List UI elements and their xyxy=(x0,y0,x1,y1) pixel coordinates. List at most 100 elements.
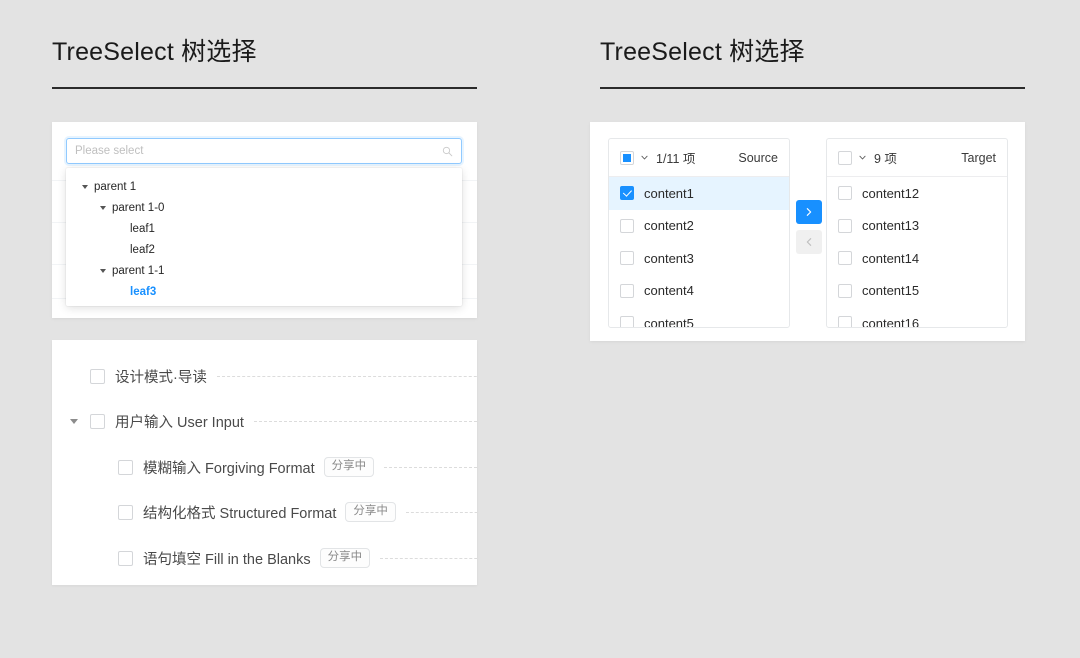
checkbox-tree-label: 模糊输入 Forgiving Format xyxy=(143,460,315,477)
checkbox-tree-row[interactable]: 设计模式·导读 xyxy=(52,361,477,391)
move-to-target-button[interactable] xyxy=(796,200,822,224)
transfer-source-header: 1/11 项 Source xyxy=(609,139,789,177)
checkbox-tree-label: 用户输入 User Input xyxy=(115,414,244,431)
tree-node[interactable]: parent 1-1 xyxy=(66,260,462,281)
transfer-item-label: content16 xyxy=(862,315,920,328)
tree-node-label: parent 1 xyxy=(94,180,137,193)
item-checkbox[interactable] xyxy=(838,218,852,233)
item-checkbox[interactable] xyxy=(838,186,852,201)
transfer-item-label: content14 xyxy=(862,250,920,266)
status-badge: 分享中 xyxy=(345,501,396,523)
transfer-target-title: Target xyxy=(961,150,996,165)
transfer-item-label: content2 xyxy=(644,218,694,234)
item-checkbox[interactable] xyxy=(620,316,634,327)
row-dotted-connector xyxy=(253,420,477,422)
checkbox-tree-row[interactable]: 语句填空 Fill in the Blanks 分享中 xyxy=(52,543,477,573)
search-icon xyxy=(442,146,453,156)
chevron-down-icon[interactable] xyxy=(640,153,649,162)
page-title-right: TreeSelect 树选择 xyxy=(600,38,805,66)
transfer-list-item[interactable]: content13 xyxy=(827,210,1007,243)
transfer-source-panel: 1/11 项 Source content1 content2 content3 co… xyxy=(608,138,790,328)
transfer-list-item[interactable]: content4 xyxy=(609,275,789,308)
transfer-list-item[interactable]: content15 xyxy=(827,275,1007,308)
tree-node-label: parent 1-1 xyxy=(112,264,165,277)
transfer-item-label: content13 xyxy=(862,218,920,234)
tree-node-label: parent 1-0 xyxy=(112,201,165,214)
tree-node-label: leaf3 xyxy=(130,285,157,298)
transfer-list-item[interactable]: content5 xyxy=(609,307,789,328)
checkbox-tree-row[interactable]: 用户输入 User Input xyxy=(52,406,477,436)
tree-node-label: leaf2 xyxy=(130,243,155,256)
transfer-list-item[interactable]: content14 xyxy=(827,242,1007,275)
chevron-right-icon xyxy=(806,208,812,216)
caret-down-icon[interactable] xyxy=(68,406,80,436)
tree-node-label: leaf1 xyxy=(130,222,155,235)
item-checkbox[interactable] xyxy=(620,251,634,266)
status-badge: 分享中 xyxy=(319,547,371,569)
transfer-target-panel: 9 项 Target content12 content13 content14 co… xyxy=(826,138,1008,328)
title-divider-left xyxy=(52,87,477,89)
section-treeselect-left: TreeSelect 树选择 xyxy=(52,40,477,89)
transfer-item-label: content5 xyxy=(644,315,694,328)
caret-down-icon[interactable] xyxy=(96,268,110,273)
row-dotted-connector xyxy=(216,375,477,377)
item-checkbox[interactable] xyxy=(620,186,634,201)
transfer-card: 1/11 项 Source content1 content2 content3 co… xyxy=(590,122,1025,341)
caret-down-icon[interactable] xyxy=(78,184,92,189)
select-all-checkbox-target[interactable] xyxy=(838,150,852,165)
select-all-checkbox-source[interactable] xyxy=(620,150,634,165)
tree-node[interactable]: leaf2 xyxy=(66,239,462,260)
row-checkbox[interactable] xyxy=(118,504,133,520)
transfer-target-header: 9 项 Target xyxy=(827,139,1007,177)
transfer-item-label: content15 xyxy=(862,283,920,299)
item-checkbox[interactable] xyxy=(838,251,852,266)
transfer-list-item[interactable]: content1 xyxy=(609,177,789,210)
row-dotted-connector xyxy=(384,466,477,468)
transfer-source-list[interactable]: content1 content2 content3 content4 content5 xyxy=(609,177,789,328)
checkbox-tree-row[interactable]: 模糊输入 Forgiving Format 分享中 xyxy=(52,452,477,482)
checkbox-tree-card: 设计模式·导读用户输入 User Input 模糊输入 Forgiving For… xyxy=(52,340,477,585)
row-checkbox[interactable] xyxy=(118,550,133,566)
move-to-source-button[interactable] xyxy=(796,230,822,254)
row-checkbox[interactable] xyxy=(118,459,133,475)
status-badge: 分享中 xyxy=(323,456,375,478)
item-checkbox[interactable] xyxy=(620,283,634,298)
section-treeselect-right: TreeSelect 树选择 xyxy=(600,40,1025,89)
checkbox-tree-label: 结构化格式 Structured Format xyxy=(143,505,337,522)
transfer-target-count: 9 项 xyxy=(874,152,897,166)
treeselect-card: parent 1 parent 1-0 leaf1 leaf2 parent 1-1 le… xyxy=(52,122,477,318)
checkbox-tree-row[interactable]: 结构化格式 Structured Format 分享中 xyxy=(52,497,477,527)
chevron-down-icon[interactable] xyxy=(858,153,867,162)
tree-node[interactable]: leaf3 xyxy=(66,281,462,302)
caret-down-icon[interactable] xyxy=(96,205,110,210)
chevron-left-icon xyxy=(806,238,812,246)
transfer-list-item[interactable]: content12 xyxy=(827,177,1007,210)
transfer-target-header-left[interactable]: 9 项 xyxy=(838,148,897,167)
transfer-source-count: 1/11 项 xyxy=(656,152,696,166)
transfer-item-label: content12 xyxy=(862,185,920,201)
tree-node[interactable]: parent 1 xyxy=(66,176,462,197)
tree-node[interactable]: parent 1-0 xyxy=(66,197,462,218)
transfer-target-list[interactable]: content12 content13 content14 content15 cont… xyxy=(827,177,1007,328)
item-checkbox[interactable] xyxy=(838,316,852,327)
tree-node[interactable]: leaf1 xyxy=(66,218,462,239)
transfer-item-label: content3 xyxy=(644,250,694,266)
row-checkbox[interactable] xyxy=(90,413,105,429)
transfer-list-item[interactable]: content3 xyxy=(609,242,789,275)
transfer-item-label: content4 xyxy=(644,283,694,299)
row-checkbox[interactable] xyxy=(90,368,105,384)
transfer-source-header-left[interactable]: 1/11 项 xyxy=(620,148,695,167)
transfer-arrow-buttons xyxy=(796,200,822,254)
item-checkbox[interactable] xyxy=(620,218,634,233)
treeselect-dropdown[interactable]: parent 1 parent 1-0 leaf1 leaf2 parent 1-1 le… xyxy=(66,168,462,306)
item-checkbox[interactable] xyxy=(838,283,852,298)
treeselect-search-box[interactable] xyxy=(66,138,462,164)
transfer-source-title: Source xyxy=(738,150,778,165)
transfer-list-item[interactable]: content16 xyxy=(827,307,1007,328)
transfer-list-item[interactable]: content2 xyxy=(609,210,789,243)
checkbox-tree-label: 语句填空 Fill in the Blanks xyxy=(143,551,311,568)
page-title-left: TreeSelect 树选择 xyxy=(52,38,257,66)
transfer-item-label: content1 xyxy=(644,185,694,201)
search-input[interactable] xyxy=(75,145,442,157)
row-dotted-connector xyxy=(405,511,477,513)
